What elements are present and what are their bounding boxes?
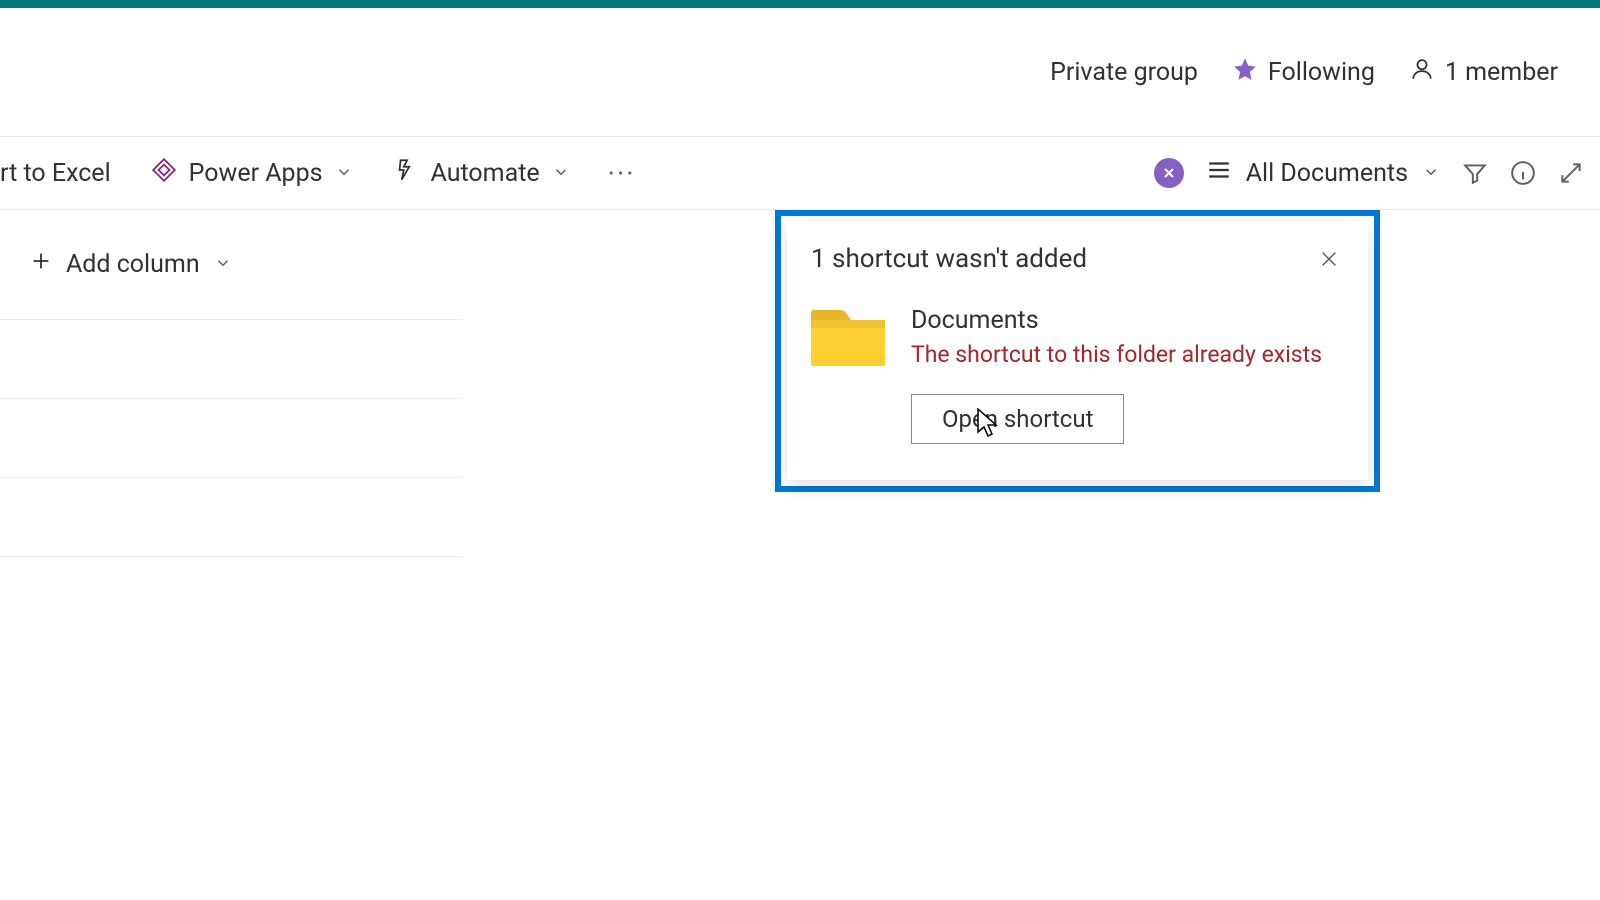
clear-selection-button[interactable] (1154, 158, 1184, 188)
add-column-button[interactable]: Add column (0, 210, 320, 319)
view-label: All Documents (1246, 159, 1408, 188)
person-icon (1409, 56, 1435, 89)
automate-icon (393, 157, 419, 190)
following-toggle[interactable]: Following (1232, 56, 1375, 89)
member-count-label: 1 member (1445, 58, 1558, 87)
export-to-excel-button[interactable]: rt to Excel (0, 137, 131, 209)
power-apps-button[interactable]: Power Apps (131, 137, 373, 209)
automate-button[interactable]: Automate (373, 137, 590, 209)
member-count[interactable]: 1 member (1409, 56, 1558, 89)
group-privacy: Private group (1050, 58, 1198, 87)
export-label: rt to Excel (0, 159, 111, 188)
notification-item-message: The shortcut to this folder already exis… (911, 341, 1322, 368)
plus-icon (30, 250, 52, 279)
more-commands-button[interactable]: ··· (590, 157, 654, 190)
list-icon (1206, 157, 1232, 190)
notification-text: Documents The shortcut to this folder al… (911, 306, 1322, 444)
command-bar-left: rt to Excel Power Apps Automate ··· (0, 137, 654, 209)
close-button[interactable] (1314, 244, 1344, 278)
following-label: Following (1268, 58, 1375, 87)
add-column-label: Add column (66, 250, 200, 279)
notification-header: 1 shortcut wasn't added (811, 244, 1344, 278)
chevron-down-icon (214, 250, 232, 279)
folder-icon (811, 310, 885, 370)
info-button[interactable] (1510, 160, 1536, 186)
row-divider (0, 556, 462, 557)
power-apps-label: Power Apps (189, 159, 323, 188)
notification-callout: 1 shortcut wasn't added Documents The sh… (775, 210, 1380, 492)
group-privacy-label: Private group (1050, 58, 1198, 87)
powerapps-icon (151, 157, 177, 190)
view-selector[interactable]: All Documents (1206, 157, 1440, 190)
open-shortcut-button[interactable]: Open shortcut (911, 394, 1124, 444)
notification-content: Documents The shortcut to this folder al… (811, 306, 1344, 444)
star-icon (1232, 56, 1258, 89)
command-bar-right: All Documents (1154, 137, 1584, 209)
expand-button[interactable] (1558, 160, 1584, 186)
notification-title: 1 shortcut wasn't added (811, 244, 1087, 274)
chevron-down-icon (1422, 159, 1440, 188)
automate-label: Automate (431, 159, 540, 188)
notification-body: 1 shortcut wasn't added Documents The sh… (787, 222, 1368, 480)
filter-button[interactable] (1462, 160, 1488, 186)
command-bar: rt to Excel Power Apps Automate ··· (0, 136, 1600, 210)
site-header: Private group Following 1 member (0, 8, 1600, 136)
notification-item-title: Documents (911, 306, 1322, 335)
chevron-down-icon (552, 159, 570, 188)
chevron-down-icon (335, 159, 353, 188)
suite-nav-bar (0, 0, 1600, 8)
